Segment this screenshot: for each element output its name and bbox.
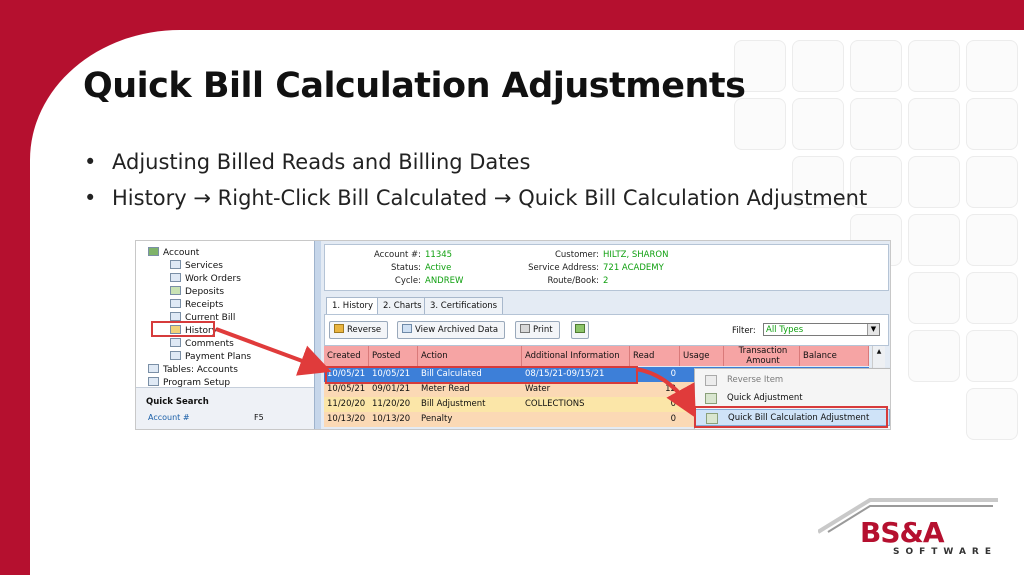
bullet-item: • Adjusting Billed Reads and Billing Date…	[84, 150, 531, 174]
arrow-icon	[635, 367, 696, 419]
bullet-text: Adjusting Billed Reads and Billing Dates	[112, 150, 531, 174]
arrow-icon	[215, 327, 332, 376]
logo-name: BS&A	[860, 516, 945, 549]
logo-subtitle: SOFTWARE	[893, 547, 997, 557]
callout-arrows	[215, 327, 696, 419]
bullet-list: • Adjusting Billed Reads and Billing Date…	[84, 150, 867, 222]
bullet-text: History → Right-Click Bill Calculated → …	[112, 186, 868, 210]
bullet-item: • History → Right-Click Bill Calculated →…	[84, 186, 868, 210]
slide-title: Quick Bill Calculation Adjustments	[83, 66, 746, 106]
app-screenshot: Account Services Work Orders Deposits Re…	[135, 240, 891, 430]
